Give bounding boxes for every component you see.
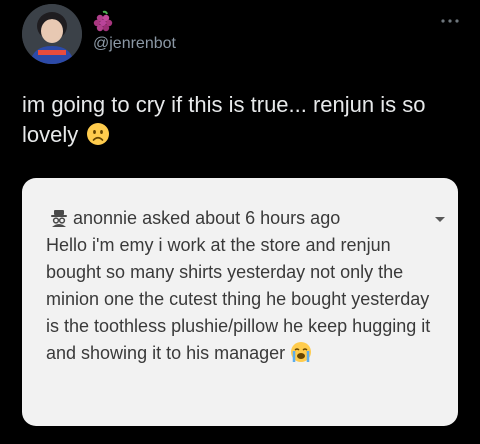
card-header: anonnie asked about 6 hours ago bbox=[50, 206, 340, 230]
grapes-icon bbox=[93, 10, 113, 32]
chevron-down-icon[interactable] bbox=[434, 216, 446, 224]
card-header-text: anonnie asked about 6 hours ago bbox=[73, 208, 341, 228]
tweet-text: im going to cry if this is true... renju… bbox=[22, 90, 462, 150]
more-options-icon[interactable] bbox=[440, 18, 460, 24]
user-handle[interactable]: @jenrenbot bbox=[93, 35, 176, 53]
frowning-face-icon bbox=[87, 123, 110, 145]
loudly-crying-face-icon bbox=[291, 342, 312, 362]
tweet-text-content: im going to cry if this is true... renju… bbox=[22, 92, 426, 147]
card-body-text: Hello i'm emy i work at the store and re… bbox=[46, 235, 431, 363]
spy-icon bbox=[51, 210, 67, 227]
avatar[interactable] bbox=[22, 4, 82, 64]
question-card: anonnie asked about 6 hours ago Hello i'… bbox=[22, 178, 458, 426]
card-body: Hello i'm emy i work at the store and re… bbox=[46, 232, 446, 367]
